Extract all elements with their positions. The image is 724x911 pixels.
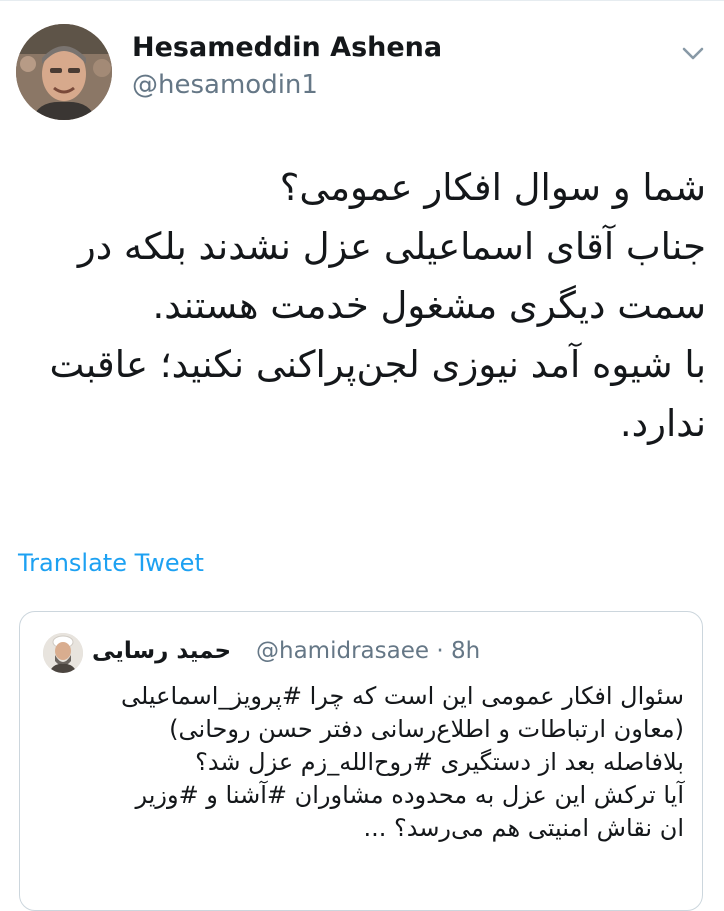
quoted-text-line: سئوال افکار عمومی این است که چرا #پرویز_…	[120, 682, 684, 710]
tweet-text-line: ندارد.	[619, 402, 706, 445]
quoted-author-handle: @hamidrasaee	[256, 638, 429, 664]
author-avatar-image	[16, 24, 112, 120]
quoted-tweet-text: سئوال افکار عمومی این است که چرا #پرویز_…	[44, 680, 684, 845]
quoted-author-name: حمید رسایی	[92, 638, 232, 664]
quoted-text-line: بلافاصله بعد از دستگیری #روح‌الله_زم عزل…	[195, 748, 684, 776]
chevron-down-icon[interactable]	[678, 38, 708, 68]
meta-separator: ·	[436, 638, 444, 664]
quoted-timestamp: 8h	[450, 638, 481, 664]
quoted-author-avatar	[43, 633, 83, 673]
translate-tweet-link[interactable]: Translate Tweet	[18, 549, 204, 577]
quoted-author-meta: @hamidrasaee · 8h	[256, 638, 480, 664]
tweet-text-line: سمت دیگری مشغول خدمت هستند.	[152, 284, 706, 327]
tweet-text-line: جناب آقای اسماعیلی عزل نشدند بلکه در	[77, 225, 706, 268]
quoted-text-line: آیا ترکش این عزل به محدوده مشاوران #آشنا…	[135, 781, 684, 809]
quoted-text-line: ان نقاش امنیتی هم می‌رسد؟ ...	[363, 814, 684, 842]
quoted-tweet[interactable]: حمید رسایی @hamidrasaee · 8h سئوال افکار…	[19, 611, 703, 911]
author-avatar[interactable]	[16, 24, 112, 120]
author-handle[interactable]: @hesamodin1	[132, 70, 318, 100]
tweet-text-line: شما و سوال افکار عمومی؟	[279, 166, 706, 209]
top-divider	[0, 0, 724, 1]
quoted-text-line: (معاون ارتباطات و اطلاع‌رسانی دفتر حسن ر…	[169, 715, 684, 743]
author-name[interactable]: Hesameddin Ashena	[132, 32, 442, 63]
tweet-text-line: با شیوه آمد نیوزی لجن‌پراکنی نکنید؛ عاقب…	[49, 343, 706, 386]
tweet-text: شما و سوال افکار عمومی؟ جناب آقای اسماعی…	[18, 158, 706, 453]
